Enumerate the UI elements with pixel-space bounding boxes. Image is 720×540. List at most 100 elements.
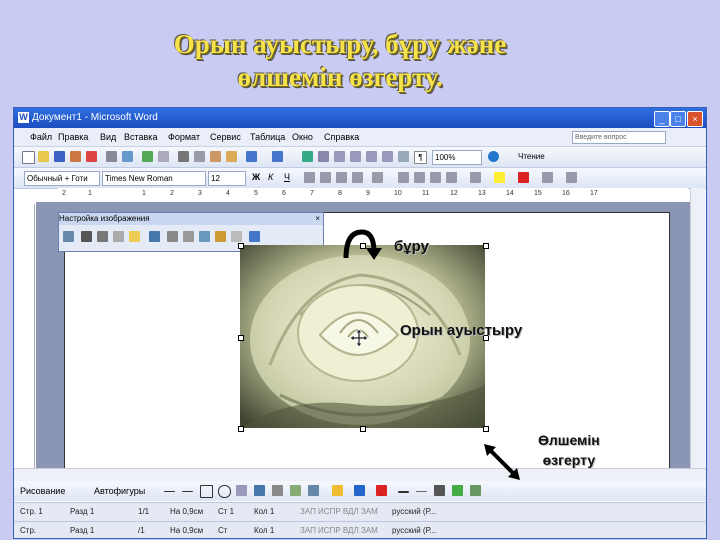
cut-icon[interactable] bbox=[178, 151, 189, 162]
align-center-icon[interactable] bbox=[320, 172, 331, 183]
font-combo[interactable]: Times New Roman bbox=[102, 171, 206, 186]
shadow-icon[interactable] bbox=[452, 485, 463, 496]
diagram-icon[interactable] bbox=[272, 485, 283, 496]
menu-view[interactable]: Вид bbox=[100, 128, 116, 146]
vertical-scrollbar[interactable] bbox=[690, 188, 705, 470]
text-color-icon[interactable] bbox=[376, 485, 387, 496]
permission-icon[interactable] bbox=[70, 151, 81, 162]
fill-color-icon[interactable] bbox=[332, 485, 343, 496]
rotate-icon[interactable] bbox=[149, 231, 160, 242]
bold-icon[interactable]: Ж bbox=[252, 172, 263, 183]
open-icon[interactable] bbox=[38, 151, 49, 162]
outdent-icon[interactable] bbox=[430, 172, 441, 183]
compress-icon[interactable] bbox=[183, 231, 194, 242]
align-right-icon[interactable] bbox=[336, 172, 347, 183]
resize-handle[interactable] bbox=[360, 426, 366, 432]
draw-menu[interactable]: Рисование bbox=[20, 481, 65, 501]
save-icon[interactable] bbox=[54, 151, 65, 162]
superscript-icon[interactable] bbox=[542, 172, 553, 183]
text-wrapping-icon[interactable] bbox=[199, 231, 210, 242]
wordart-icon[interactable] bbox=[254, 485, 265, 496]
arrow-style-icon[interactable] bbox=[434, 485, 445, 496]
subscript-icon[interactable] bbox=[566, 172, 577, 183]
align-left-icon[interactable] bbox=[304, 172, 315, 183]
research-icon[interactable] bbox=[158, 151, 169, 162]
borders-icon[interactable] bbox=[470, 172, 481, 183]
justify-icon[interactable] bbox=[352, 172, 363, 183]
columns-icon[interactable] bbox=[366, 151, 377, 162]
font-color-icon[interactable] bbox=[518, 172, 529, 183]
highlight-icon[interactable] bbox=[494, 172, 505, 183]
maximize-button[interactable]: □ bbox=[670, 111, 686, 127]
indent-icon[interactable] bbox=[446, 172, 457, 183]
contrast-icon[interactable] bbox=[97, 231, 108, 242]
resize-handle[interactable] bbox=[238, 426, 244, 432]
close-button[interactable]: × bbox=[687, 111, 703, 127]
reset-picture-icon[interactable] bbox=[249, 231, 260, 242]
horizontal-scrollbar[interactable] bbox=[14, 468, 706, 481]
window-titlebar[interactable]: W Документ1 - Microsoft Word _ □ × bbox=[14, 108, 706, 128]
format-painter-icon[interactable] bbox=[226, 151, 237, 162]
line-style-icon[interactable] bbox=[167, 231, 178, 242]
line-color-icon[interactable] bbox=[354, 485, 365, 496]
crop-icon[interactable] bbox=[129, 231, 140, 242]
zoom-combo[interactable]: 100% bbox=[432, 150, 482, 165]
font-size-combo[interactable]: 12 bbox=[208, 171, 246, 186]
menu-table[interactable]: Таблица bbox=[250, 128, 285, 146]
print-icon[interactable] bbox=[106, 151, 117, 162]
excel-icon[interactable] bbox=[350, 151, 361, 162]
picture-toolbar-title[interactable]: Настройка изображения × bbox=[59, 213, 323, 225]
help-icon[interactable] bbox=[488, 151, 499, 162]
resize-handle[interactable] bbox=[483, 426, 489, 432]
line-spacing-icon[interactable] bbox=[372, 172, 383, 183]
menu-help[interactable]: Справка bbox=[324, 128, 359, 146]
line-style-icon[interactable] bbox=[398, 491, 409, 493]
autoshapes-menu[interactable]: Автофигуры bbox=[94, 481, 145, 501]
preview-icon[interactable] bbox=[122, 151, 133, 162]
resize-handle[interactable] bbox=[238, 243, 244, 249]
copy-icon[interactable] bbox=[194, 151, 205, 162]
format-picture-icon[interactable] bbox=[215, 231, 226, 242]
menu-file[interactable]: Файл bbox=[30, 128, 52, 146]
line-icon[interactable] bbox=[164, 491, 175, 492]
3d-icon[interactable] bbox=[470, 485, 481, 496]
menu-edit[interactable]: Правка bbox=[58, 128, 88, 146]
email-icon[interactable] bbox=[86, 151, 97, 162]
horizontal-ruler[interactable]: 2 1 1 2 3 4 5 6 7 8 9 10 11 12 13 14 15 … bbox=[58, 188, 688, 203]
arrow-icon[interactable] bbox=[182, 491, 193, 492]
textbox-icon[interactable] bbox=[236, 485, 247, 496]
new-icon[interactable] bbox=[22, 151, 35, 164]
bullets-icon[interactable] bbox=[414, 172, 425, 183]
clipart-icon[interactable] bbox=[290, 485, 301, 496]
color-icon[interactable] bbox=[81, 231, 92, 242]
question-box[interactable]: Введите вопрос bbox=[572, 131, 666, 144]
resize-handle[interactable] bbox=[483, 243, 489, 249]
menu-window[interactable]: Окно bbox=[292, 128, 313, 146]
menu-tools[interactable]: Сервис bbox=[210, 128, 241, 146]
minimize-button[interactable]: _ bbox=[654, 111, 670, 127]
vertical-ruler[interactable] bbox=[22, 204, 35, 470]
underline-icon[interactable]: Ч bbox=[284, 172, 295, 183]
reading-button[interactable]: Чтение bbox=[516, 150, 562, 163]
tables-icon[interactable] bbox=[318, 151, 329, 162]
brightness-icon[interactable] bbox=[113, 231, 124, 242]
close-icon[interactable]: × bbox=[315, 213, 320, 225]
undo-icon[interactable] bbox=[246, 151, 257, 162]
insert-table-icon[interactable] bbox=[334, 151, 345, 162]
spelling-icon[interactable] bbox=[142, 151, 153, 162]
hyperlink-icon[interactable] bbox=[302, 151, 313, 162]
paste-icon[interactable] bbox=[210, 151, 221, 162]
numbering-icon[interactable] bbox=[398, 172, 409, 183]
insert-picture-icon[interactable] bbox=[63, 231, 74, 242]
redo-icon[interactable] bbox=[272, 151, 283, 162]
menu-insert[interactable]: Вставка bbox=[124, 128, 157, 146]
drawing-icon[interactable] bbox=[382, 151, 393, 162]
transparent-color-icon[interactable] bbox=[231, 231, 242, 242]
oval-icon[interactable] bbox=[218, 485, 231, 498]
italic-icon[interactable]: К bbox=[268, 172, 279, 183]
menu-format[interactable]: Формат bbox=[168, 128, 200, 146]
resize-handle[interactable] bbox=[238, 335, 244, 341]
style-combo[interactable]: Обычный + Готи bbox=[24, 171, 100, 186]
document-map-icon[interactable] bbox=[398, 151, 409, 162]
show-hide-icon[interactable]: ¶ bbox=[414, 151, 427, 164]
